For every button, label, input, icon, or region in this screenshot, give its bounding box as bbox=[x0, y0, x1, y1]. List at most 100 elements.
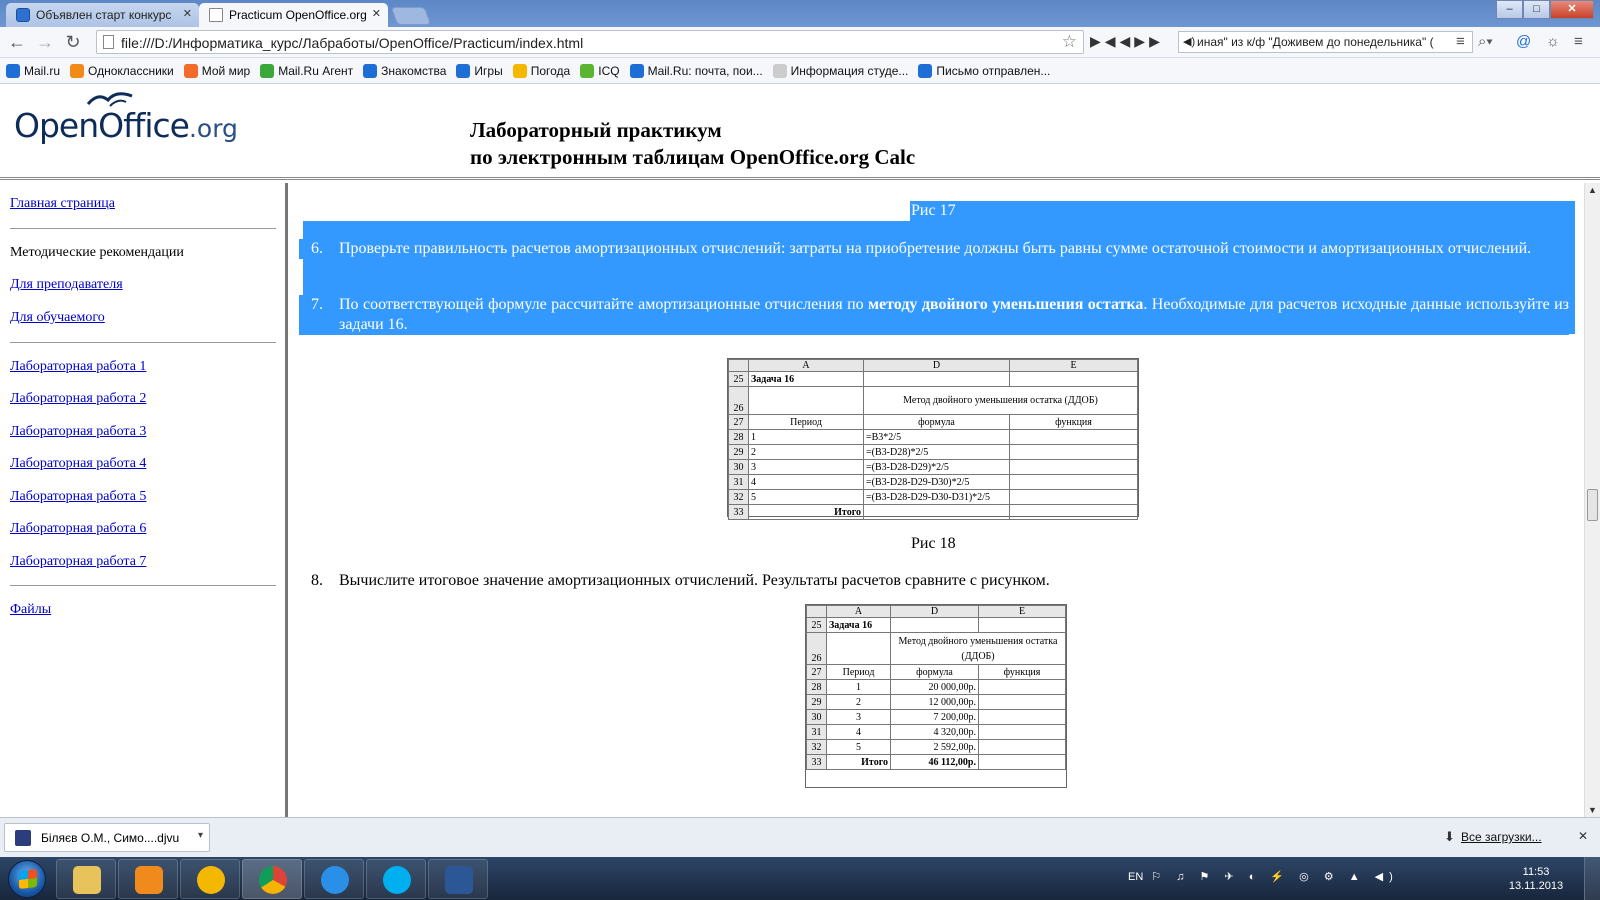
all-downloads-link[interactable]: Все загрузки... bbox=[1461, 830, 1542, 844]
list-item-7: 7. По соответствующей формуле рассчитайт… bbox=[299, 295, 1569, 335]
row-header: 32 bbox=[728, 489, 749, 505]
bookmark-item[interactable]: Mail.Ru Агент bbox=[260, 63, 354, 78]
value-cell: 7 200,00р. bbox=[890, 709, 979, 725]
mail-agent-icon[interactable]: @ bbox=[1516, 33, 1531, 50]
sidebar-link-teacher[interactable]: Для преподавателя bbox=[10, 277, 123, 293]
bookmark-item[interactable]: ICQ bbox=[580, 63, 620, 78]
main-content: Рис 17 6. Проверьте правильность расчето… bbox=[291, 183, 1584, 817]
method-cell: Метод двойного уменьшения остатка (ДДОБ) bbox=[863, 386, 1138, 415]
wrench-icon[interactable]: ≡ bbox=[1574, 33, 1583, 50]
new-tab-button[interactable] bbox=[390, 7, 432, 25]
bookmark-favicon-icon bbox=[512, 63, 527, 78]
speaker-icon: ◀) bbox=[1183, 36, 1196, 48]
row-header: 29 bbox=[806, 694, 827, 710]
bookmark-item[interactable]: Знакомства bbox=[363, 63, 447, 78]
vertical-scrollbar[interactable]: ▲ ▼ bbox=[1584, 183, 1600, 817]
skype-taskbar-icon[interactable] bbox=[366, 859, 426, 899]
search-go-icon[interactable]: ⌕▾ bbox=[1478, 33, 1493, 50]
url-text[interactable]: file:///D:/Информатика_курс/Лабработы/Op… bbox=[121, 35, 583, 51]
forward-icon[interactable]: → bbox=[34, 33, 56, 51]
sidebar-link-home[interactable]: Главная страница bbox=[10, 196, 115, 212]
bookmark-label: ICQ bbox=[598, 63, 620, 78]
chevron-down-icon[interactable]: ▾ bbox=[198, 830, 203, 841]
explorer-taskbar-icon[interactable] bbox=[56, 859, 116, 899]
function-header: функция bbox=[1009, 414, 1138, 430]
title-line-2: по электронным таблицам OpenOffice.org C… bbox=[470, 145, 916, 169]
page-favicon-icon bbox=[209, 8, 223, 22]
language-indicator[interactable]: EN bbox=[1128, 871, 1143, 883]
period-cell: 2 bbox=[748, 444, 864, 460]
extension-icon[interactable]: ☼ bbox=[1546, 33, 1560, 50]
chrome-taskbar-icon[interactable] bbox=[242, 859, 302, 899]
bookmark-item[interactable]: Одноклассники bbox=[70, 63, 174, 78]
bookmark-favicon-icon bbox=[363, 63, 378, 78]
tab-active[interactable]: Practicum OpenOffice.org ✕ bbox=[199, 3, 388, 27]
close-downloads-icon[interactable]: ✕ bbox=[1578, 829, 1588, 843]
bookmark-item[interactable]: Mail.Ru: почта, пои... bbox=[629, 63, 763, 78]
scrollbar-thumb[interactable] bbox=[1587, 489, 1598, 521]
address-bar[interactable]: file:///D:/Информатика_курс/Лабработы/Op… bbox=[96, 30, 1084, 54]
formula-cell: =(B3-D28-D29)*2/5 bbox=[863, 459, 1010, 475]
download-filename: Біляєв О.М., Симо....djvu bbox=[41, 831, 180, 845]
show-desktop-button[interactable] bbox=[1584, 857, 1600, 900]
search-field[interactable]: ◀) иная" из к/ф "Доживем до понедельника… bbox=[1178, 31, 1473, 53]
row-header: 33 bbox=[806, 754, 827, 770]
tab-inactive[interactable]: Объявлен старт конкурс ✕ bbox=[6, 3, 199, 27]
bookmark-star-icon[interactable]: ☆ bbox=[1062, 32, 1077, 52]
period-cell: 1 bbox=[748, 429, 864, 445]
formula-cell: =B3*2/5 bbox=[863, 429, 1010, 445]
download-item[interactable]: Біляєв О.М., Симо....djvu ▾ bbox=[4, 823, 210, 852]
bookmark-item[interactable]: Информация студе... bbox=[772, 63, 908, 78]
bookmark-item[interactable]: Игры bbox=[456, 63, 503, 78]
bookmark-item[interactable]: Mail.ru bbox=[6, 63, 60, 78]
sidebar-link-lab-7[interactable]: Лабораторная работа 7 bbox=[10, 554, 146, 570]
bookmark-label: Mail.Ru Агент bbox=[278, 63, 354, 78]
list-item-8: 8. Вычислите итоговое значение амортизац… bbox=[299, 571, 1569, 591]
scroll-down-icon[interactable]: ▼ bbox=[1588, 805, 1597, 815]
column-header: D bbox=[863, 359, 1010, 372]
sidebar-link-lab-5[interactable]: Лабораторная работа 5 bbox=[10, 489, 146, 505]
minimize-icon[interactable]: – bbox=[1496, 0, 1523, 19]
media-player-taskbar-icon[interactable] bbox=[118, 859, 178, 899]
media-controls-icon[interactable]: ▶◀◀▶▶ bbox=[1090, 33, 1164, 50]
tab-strip: Объявлен старт конкурс ✕ Practicum OpenO… bbox=[0, 0, 1600, 27]
bookmark-item[interactable]: Мой мир bbox=[183, 63, 250, 78]
bookmark-item[interactable]: Письмо отправлен... bbox=[918, 63, 1050, 78]
close-window-icon[interactable]: ✕ bbox=[1550, 0, 1594, 19]
tab-close-icon[interactable]: ✕ bbox=[183, 7, 192, 20]
column-header: E bbox=[978, 605, 1066, 618]
divider bbox=[10, 228, 276, 229]
reload-icon[interactable]: ↻ bbox=[62, 33, 84, 51]
clock[interactable]: 11:53 13.11.2013 bbox=[1500, 865, 1572, 893]
row-header: 27 bbox=[806, 664, 827, 680]
bookmark-label: Знакомства bbox=[381, 63, 447, 78]
ie-taskbar-icon[interactable] bbox=[304, 859, 364, 899]
sidebar-link-lab-3[interactable]: Лабораторная работа 3 bbox=[10, 424, 146, 440]
value-cell: 20 000,00р. bbox=[890, 679, 979, 695]
row-header: 25 bbox=[806, 617, 827, 633]
back-icon[interactable]: ← bbox=[6, 33, 28, 51]
start-button[interactable] bbox=[8, 860, 46, 898]
sidebar-link-lab-1[interactable]: Лабораторная работа 1 bbox=[10, 359, 146, 375]
column-header: A bbox=[748, 359, 864, 372]
clock-time: 11:53 bbox=[1522, 866, 1550, 878]
sidebar-link-lab-4[interactable]: Лабораторная работа 4 bbox=[10, 456, 146, 472]
sidebar-link-lab-2[interactable]: Лабораторная работа 2 bbox=[10, 391, 146, 407]
period-cell: 4 bbox=[826, 724, 891, 740]
bookmark-favicon-icon bbox=[629, 63, 644, 78]
bookmark-item[interactable]: Погода bbox=[512, 63, 570, 78]
maximize-icon[interactable]: □ bbox=[1523, 0, 1550, 19]
bold-term: методу двойного уменьшения остатка bbox=[868, 296, 1144, 313]
gulls-icon bbox=[86, 92, 133, 107]
sidebar-link-student[interactable]: Для обучаемого bbox=[10, 310, 105, 326]
tab-close-icon[interactable]: ✕ bbox=[372, 7, 381, 20]
mail-agent-taskbar-icon[interactable] bbox=[180, 859, 240, 899]
sidebar-link-lab-6[interactable]: Лабораторная работа 6 bbox=[10, 521, 146, 537]
sidebar-link-files[interactable]: Файлы bbox=[10, 602, 51, 618]
row-header: 27 bbox=[728, 414, 749, 430]
word-taskbar-icon[interactable] bbox=[428, 859, 488, 899]
scroll-up-icon[interactable]: ▲ bbox=[1588, 185, 1597, 195]
selection-highlight bbox=[910, 201, 1575, 221]
sidebar-heading-methods: Методические рекомендации bbox=[10, 245, 184, 260]
search-menu-icon[interactable]: ≡ bbox=[1456, 33, 1465, 50]
